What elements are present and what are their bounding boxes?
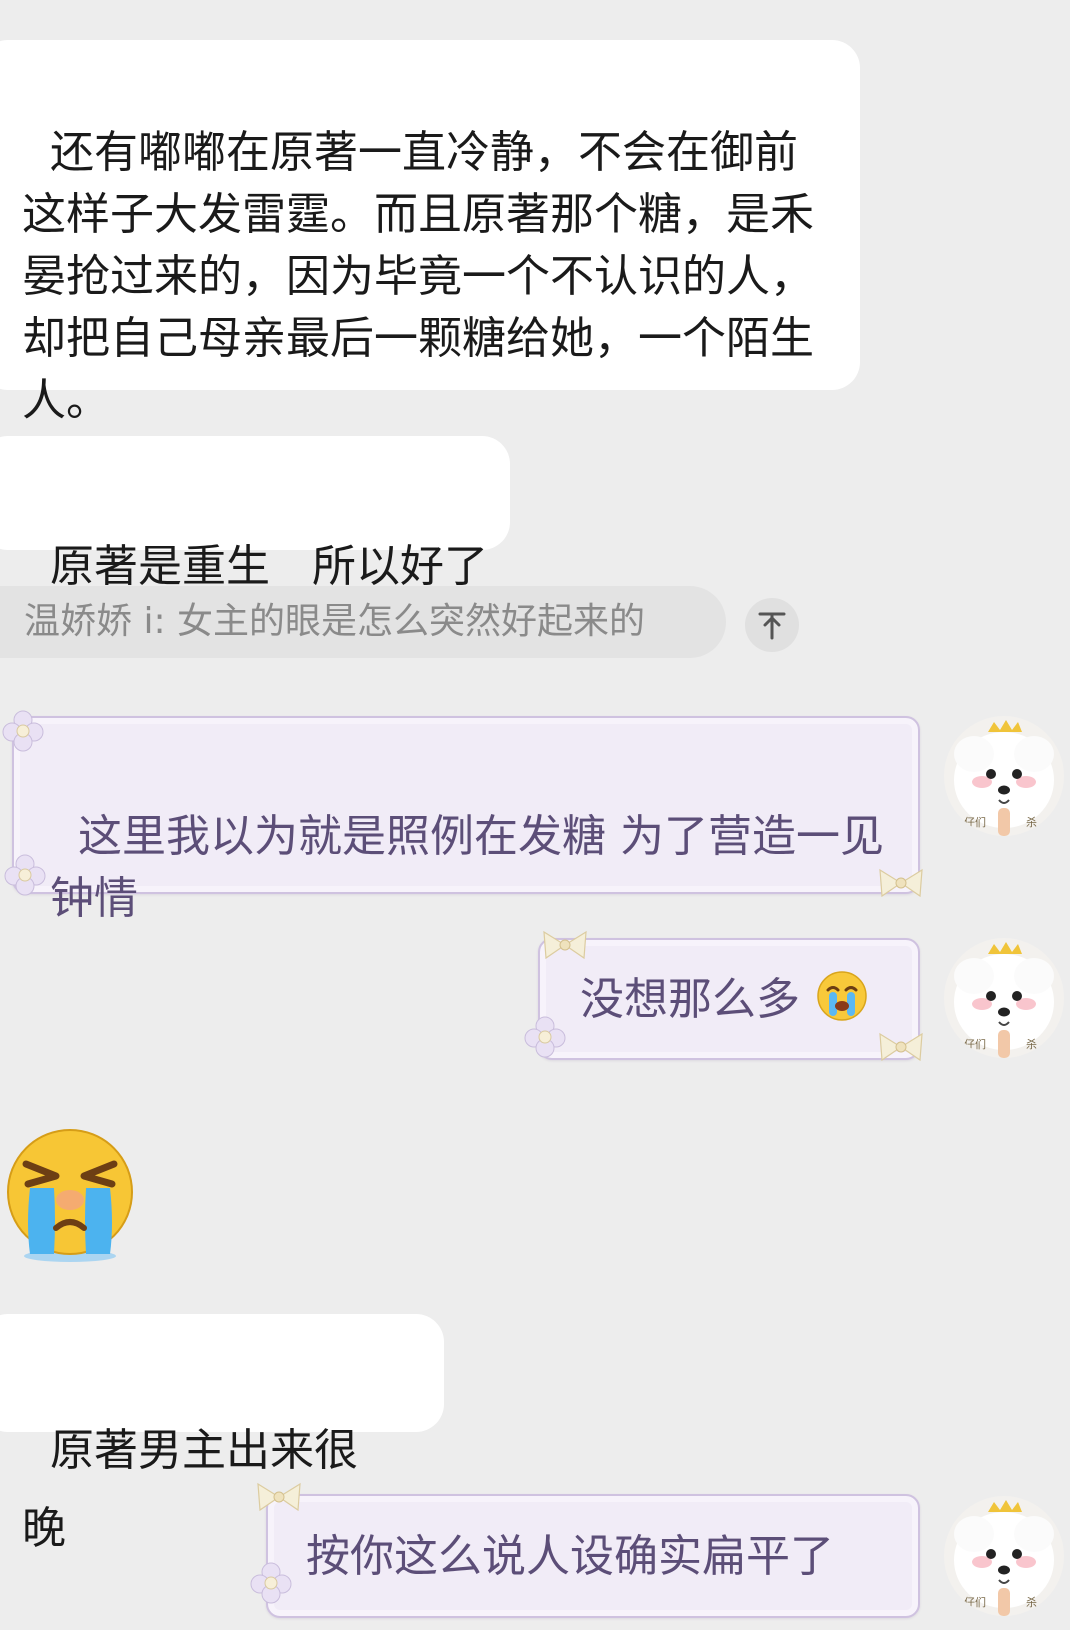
arrow-up-icon [758,612,786,640]
flower-decoration [522,1014,568,1060]
message-bubble-1[interactable]: 还有嘟嘟在原著一直冷静，不会在御前这样子大发雷霆。而且原著那个糖，是禾晏抢过来的… [0,40,860,426]
message-text: 按你这么说人设确实扁平了 [306,1531,834,1582]
avatar[interactable] [944,938,1064,1058]
quoted-reply-text: 温娇娇 i: 女主的眼是怎么突然好起来的 [24,601,646,642]
flower-decoration [248,1560,294,1606]
message-bubble-4[interactable]: 没想那么多 [538,938,920,1060]
message-text: 这里我以为就是照例在发糖 为了营造一见钟情 [50,811,884,924]
quote-jump-button[interactable] [745,598,799,652]
avatar[interactable] [944,716,1064,836]
message-bubble-5[interactable]: 原著男主出来很晚 [0,1314,444,1554]
message-bubble-2[interactable]: 原著是重生 所以好了 [0,436,510,592]
message-text: 原著是重生 所以好了 [49,541,488,592]
quoted-reply[interactable]: 温娇娇 i: 女主的眼是怎么突然好起来的 [0,586,726,658]
bow-decoration [254,1480,304,1514]
crying-face-icon [817,971,867,1021]
crying-squint-face-icon[interactable] [4,1124,136,1264]
message-bubble-3[interactable]: 这里我以为就是照例在发糖 为了营造一见钟情 [12,716,920,924]
flower-decoration [2,852,48,898]
bow-decoration [876,1030,926,1064]
message-bubble-6[interactable]: 按你这么说人设确实扁平了 [266,1494,920,1618]
message-text: 没想那么多 [580,974,800,1025]
avatar[interactable] [944,1496,1064,1616]
flower-decoration [0,708,46,754]
bow-decoration [540,928,590,962]
message-text: 还有嘟嘟在原著一直冷静，不会在御前这样子大发雷霆。而且原著那个糖，是禾晏抢过来的… [22,127,814,426]
bow-decoration [876,866,926,900]
